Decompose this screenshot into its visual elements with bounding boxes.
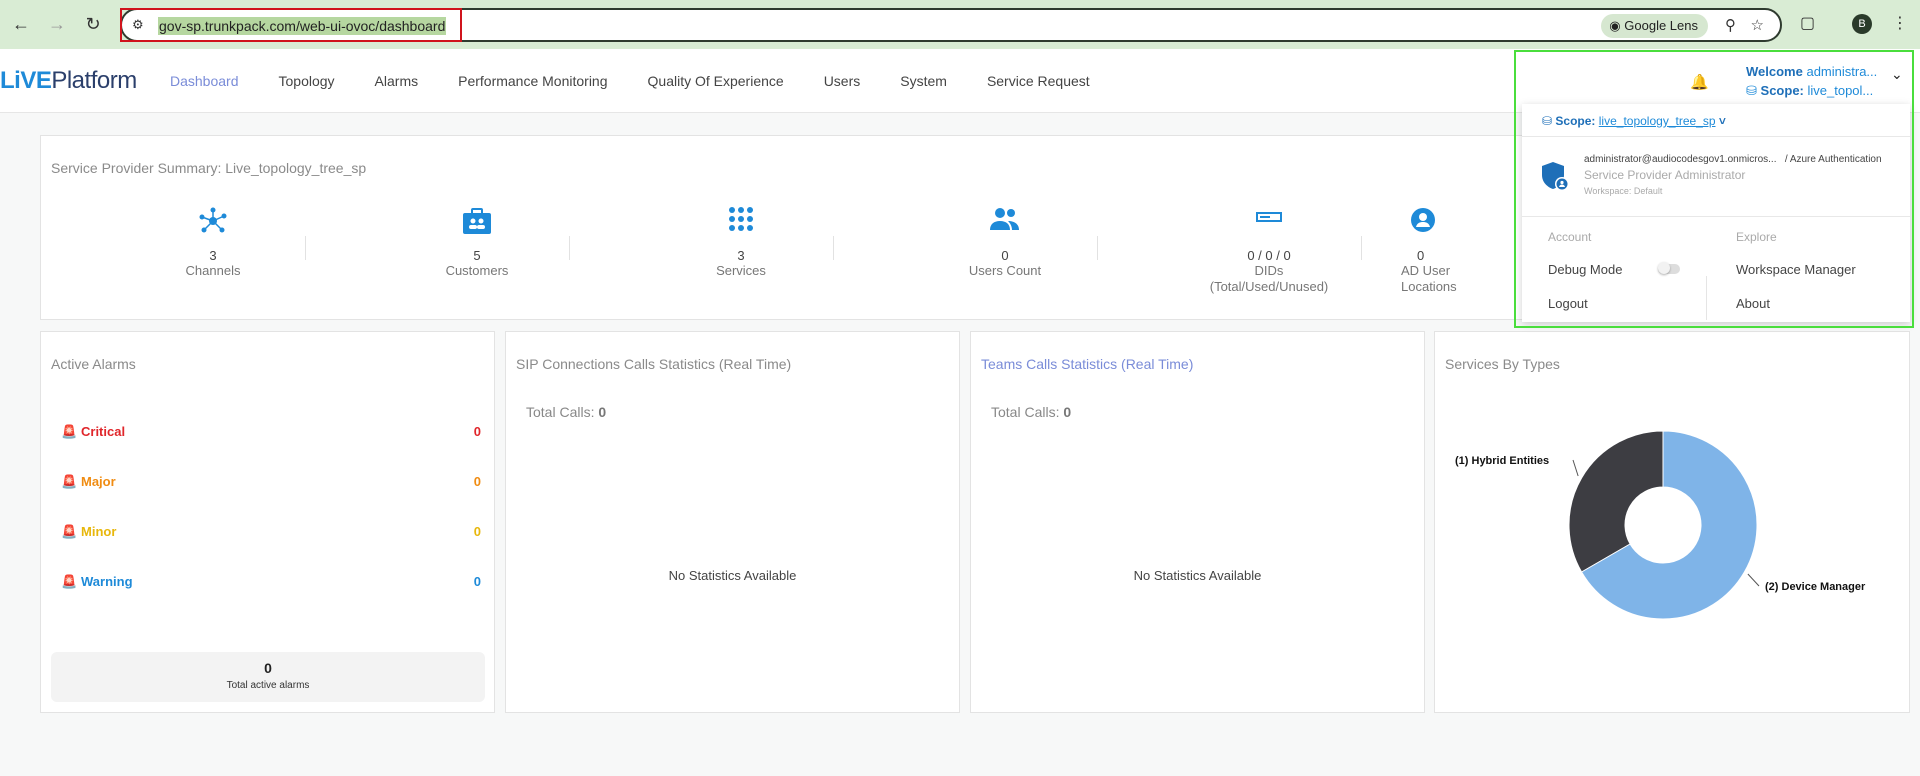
alarm-count: 0 bbox=[473, 524, 481, 539]
nav-system[interactable]: System bbox=[900, 73, 947, 89]
services-pie-chart: (1) Hybrid Entities (2) Device Manager bbox=[1455, 430, 1866, 620]
teams-calls-statistics-card: Teams Calls Statistics (Real Time) Total… bbox=[970, 331, 1425, 713]
liveplatform-logo[interactable]: LiVEPlatform bbox=[0, 67, 137, 95]
pie-slice-hybrid-entities[interactable] bbox=[1568, 430, 1664, 573]
google-lens-button[interactable]: ◉ Google Lens bbox=[1601, 14, 1708, 38]
chrome-menu-icon[interactable]: ⋮ bbox=[1892, 13, 1908, 33]
lens-label: Google Lens bbox=[1624, 18, 1698, 33]
pie-leader-line bbox=[1747, 573, 1760, 587]
dropdown-highlight-box bbox=[1514, 50, 1914, 328]
teams-total-calls: Total Calls: 0 bbox=[991, 404, 1072, 420]
summary-title: Service Provider Summary: Live_topology_… bbox=[51, 160, 367, 176]
divider bbox=[569, 236, 570, 260]
extensions-icon[interactable]: ▢ bbox=[1800, 13, 1815, 33]
alarm-bell-icon: 🚨 bbox=[61, 574, 78, 589]
divider bbox=[1361, 236, 1362, 260]
pie-label: (2) Device Manager bbox=[1765, 581, 1866, 593]
profile-avatar[interactable]: B bbox=[1852, 14, 1872, 34]
alarm-count: 0 bbox=[473, 474, 481, 489]
nav-quality-of-experience[interactable]: Quality Of Experience bbox=[648, 73, 784, 89]
nav-service-request[interactable]: Service Request bbox=[987, 73, 1090, 89]
active-alarms-card: Active Alarms 🚨 Critical 0 🚨 Major 0 🚨 Mino… bbox=[40, 331, 495, 713]
nav-dashboard[interactable]: Dashboard bbox=[170, 73, 239, 89]
teams-title[interactable]: Teams Calls Statistics (Real Time) bbox=[981, 356, 1193, 372]
lens-icon: ◉ bbox=[1609, 18, 1621, 33]
bookmark-star-icon[interactable]: ☆ bbox=[1751, 16, 1764, 34]
alarm-row-critical[interactable]: 🚨 Critical 0 bbox=[61, 424, 481, 440]
alarm-bell-icon: 🚨 bbox=[61, 474, 78, 489]
pie-leader-line bbox=[1572, 459, 1579, 477]
divider bbox=[1097, 236, 1098, 260]
alarm-label: Minor bbox=[81, 524, 117, 539]
services-by-types-card: Services By Types (1) Hybrid Entities (2)… bbox=[1434, 331, 1910, 713]
nav-performance-monitoring[interactable]: Performance Monitoring bbox=[458, 73, 607, 89]
divider bbox=[833, 236, 834, 260]
pie-label: (1) Hybrid Entities bbox=[1455, 455, 1549, 467]
sip-calls-statistics-card: SIP Connections Calls Statistics (Real T… bbox=[505, 331, 960, 713]
alarm-row-minor[interactable]: 🚨 Minor 0 bbox=[61, 524, 481, 540]
alarm-row-warning[interactable]: 🚨 Warning 0 bbox=[61, 574, 481, 590]
alarm-count: 0 bbox=[473, 574, 481, 589]
total-alarms-value: 0 bbox=[264, 660, 272, 676]
alarm-label: Critical bbox=[81, 424, 126, 439]
alarm-count: 0 bbox=[473, 424, 481, 439]
sip-empty-message: No Statistics Available bbox=[668, 568, 797, 583]
stat-label: Customers bbox=[445, 263, 509, 278]
service-provider-summary: Service Provider Summary: Live_topology_… bbox=[40, 135, 1540, 320]
address-bar[interactable]: ⚙ gov-sp.trunkpack.com/web-ui-ovoc/dashb… bbox=[120, 8, 1782, 42]
sip-title: SIP Connections Calls Statistics (Real T… bbox=[516, 356, 792, 372]
site-info-icon[interactable]: ⚙ bbox=[132, 17, 150, 33]
total-active-alarms: 0 Total active alarms bbox=[51, 652, 485, 702]
teams-empty-message: No Statistics Available bbox=[1133, 568, 1262, 583]
alarm-label: Major bbox=[81, 474, 116, 489]
password-key-icon[interactable]: ⚲ bbox=[1725, 16, 1736, 34]
total-alarms-label: Total active alarms bbox=[226, 680, 310, 691]
nav-users[interactable]: Users bbox=[824, 73, 861, 89]
alarm-bell-icon: 🚨 bbox=[61, 424, 78, 439]
stat-label: Channels bbox=[185, 263, 241, 278]
stat-sublabel: (Total/Used/Unused) bbox=[1209, 279, 1329, 294]
nav-topology[interactable]: Topology bbox=[279, 73, 335, 89]
services-chart-title: Services By Types bbox=[1445, 356, 1560, 372]
alarm-bell-icon: 🚨 bbox=[61, 524, 78, 539]
url-text[interactable]: gov-sp.trunkpack.com/web-ui-ovoc/dashboa… bbox=[158, 17, 447, 35]
stat-label: Users Count bbox=[968, 263, 1042, 278]
browser-toolbar: ← → ↻ ⚙ gov-sp.trunkpack.com/web-ui-ovoc… bbox=[0, 0, 1920, 49]
nav-alarms[interactable]: Alarms bbox=[375, 73, 419, 89]
alarms-title: Active Alarms bbox=[51, 356, 136, 372]
sip-total-calls: Total Calls: 0 bbox=[526, 404, 607, 420]
divider bbox=[305, 236, 306, 260]
forward-icon[interactable]: → bbox=[46, 13, 68, 35]
stat-label: DIDs bbox=[1254, 263, 1284, 278]
alarm-row-major[interactable]: 🚨 Major 0 bbox=[61, 474, 481, 490]
stat-label: Services bbox=[716, 263, 766, 278]
back-icon[interactable]: ← bbox=[10, 13, 32, 35]
main-nav: Dashboard Topology Alarms Performance Mo… bbox=[170, 73, 1130, 89]
reload-icon[interactable]: ↻ bbox=[82, 13, 104, 35]
alarm-label: Warning bbox=[81, 574, 133, 589]
